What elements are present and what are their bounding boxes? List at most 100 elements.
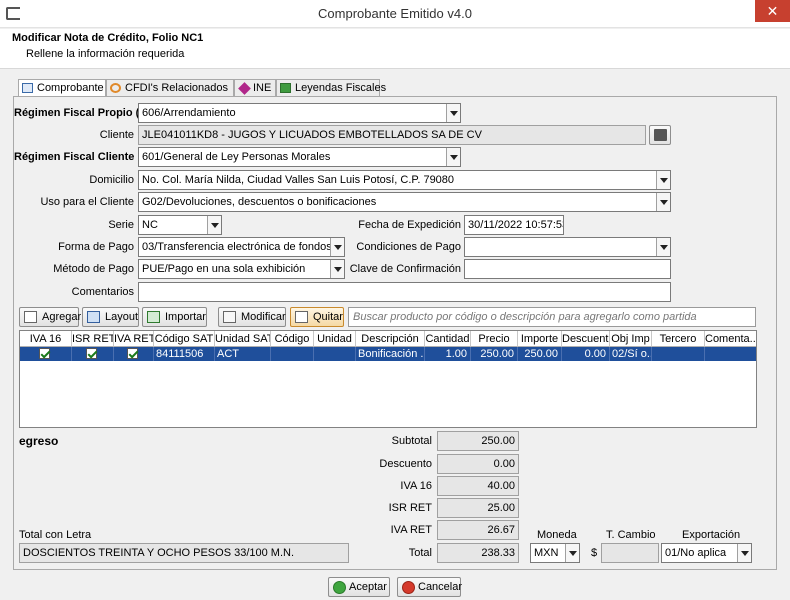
title-bar: Comprobante Emitido v4.0 ✕ xyxy=(0,0,790,28)
edit-icon xyxy=(223,311,236,323)
document-icon xyxy=(22,83,33,93)
column-header[interactable]: IVA RET xyxy=(114,331,154,347)
product-search-input[interactable]: Buscar producto por código o descripción… xyxy=(348,307,756,327)
tab-ine[interactable]: INE xyxy=(234,79,276,97)
agregar-button[interactable]: Agregar xyxy=(19,307,81,327)
column-header[interactable]: Descuento xyxy=(562,331,610,347)
chevron-down-icon xyxy=(565,544,579,562)
clave-field[interactable] xyxy=(464,259,671,279)
checkbox-checked-icon[interactable] xyxy=(39,348,50,359)
precio-cell[interactable]: 250.00 xyxy=(471,347,518,361)
window-title: Comprobante Emitido v4.0 xyxy=(318,6,472,21)
regimen-propio-label: Régimen Fiscal Propio (*) xyxy=(14,107,148,119)
column-header[interactable]: Descripción xyxy=(356,331,425,347)
condiciones-label: Condiciones de Pago xyxy=(356,241,461,253)
binoculars-icon xyxy=(654,129,667,141)
obj-imp-cell[interactable]: 02/Sí o... xyxy=(610,347,652,361)
subtotal-label: Subtotal xyxy=(391,435,432,447)
iva-ret-field: 26.67 xyxy=(437,520,519,540)
regimen-cliente-label: Régimen Fiscal Cliente (*) xyxy=(14,151,150,163)
isr-ret-cell[interactable] xyxy=(72,347,114,361)
descripcion-cell[interactable]: Bonificación ... xyxy=(356,347,425,361)
total-field: 238.33 xyxy=(437,543,519,563)
column-header[interactable]: Comenta... xyxy=(705,331,756,347)
checkbox-checked-icon[interactable] xyxy=(86,348,97,359)
cliente-search-button[interactable] xyxy=(649,125,671,145)
codigo-cell[interactable] xyxy=(271,347,314,361)
column-header[interactable]: Unidad xyxy=(314,331,356,347)
codigo-sat-cell[interactable]: 84111506 xyxy=(154,347,215,361)
column-header[interactable]: IVA 16 xyxy=(20,331,72,347)
uso-select[interactable]: G02/Devoluciones, descuentos o bonificac… xyxy=(138,192,671,212)
domicilio-label: Domicilio xyxy=(89,174,134,186)
dialog-header: Modificar Nota de Crédito, Folio NC1 Rel… xyxy=(0,29,790,69)
tab-label: CFDI's Relacionados xyxy=(125,82,228,94)
comprobante-type-label: egreso xyxy=(19,434,59,448)
descuento-field: 0.00 xyxy=(437,454,519,474)
importar-button[interactable]: Importar xyxy=(142,307,207,327)
column-header[interactable]: Unidad SAT xyxy=(215,331,271,347)
subtotal-field: 250.00 xyxy=(437,431,519,451)
regimen-cliente-select[interactable]: 601/General de Ley Personas Morales xyxy=(138,147,461,167)
column-header[interactable]: Importe xyxy=(518,331,562,347)
unidad-sat-cell[interactable]: ACT xyxy=(215,347,271,361)
serie-label: Serie xyxy=(108,219,134,231)
metodo-pago-select[interactable]: PUE/Pago en una sola exhibición xyxy=(138,259,345,279)
fecha-field[interactable]: 30/11/2022 10:57:53 xyxy=(464,215,564,235)
exportacion-label: Exportación xyxy=(682,529,741,541)
descuento-cell[interactable]: 0.00 xyxy=(562,347,610,361)
iva-ret-label: IVA RET xyxy=(390,524,432,536)
exportacion-select[interactable]: 01/No aplica xyxy=(661,543,752,563)
aceptar-button[interactable]: Aceptar xyxy=(328,577,390,597)
column-header[interactable]: Código xyxy=(271,331,314,347)
comentario-cell[interactable] xyxy=(705,347,756,361)
iva16-field: 40.00 xyxy=(437,476,519,496)
column-header[interactable]: ISR RET xyxy=(72,331,114,347)
metodo-pago-label: Método de Pago xyxy=(53,263,134,275)
column-header[interactable]: Tercero xyxy=(652,331,705,347)
chevron-down-icon xyxy=(207,216,221,234)
regimen-propio-select[interactable]: 606/Arrendamiento xyxy=(138,103,461,123)
chevron-down-icon xyxy=(446,148,460,166)
unidad-cell[interactable] xyxy=(314,347,356,361)
iva16-label: IVA 16 xyxy=(400,480,432,492)
total-letra-field: DOSCIENTOS TREINTA Y OCHO PESOS 33/100 M… xyxy=(19,543,349,563)
column-header[interactable]: Precio xyxy=(471,331,518,347)
header-subtitle: Rellene la información requerida xyxy=(26,48,185,60)
total-label: Total xyxy=(408,547,432,559)
clave-label: Clave de Confirmación xyxy=(349,263,461,275)
cancelar-button[interactable]: Cancelar xyxy=(397,577,462,597)
currency-symbol: $ xyxy=(591,547,598,559)
forma-pago-label: Forma de Pago xyxy=(58,241,134,253)
tipo-cambio-field[interactable] xyxy=(601,543,659,563)
moneda-select[interactable]: MXN xyxy=(530,543,580,563)
column-header[interactable]: Obj Imp xyxy=(610,331,652,347)
link-icon xyxy=(110,83,121,93)
close-button[interactable]: ✕ xyxy=(755,0,790,22)
quitar-button[interactable]: Quitar xyxy=(290,307,344,327)
comentarios-field[interactable] xyxy=(138,282,671,302)
tab-cfdi-relacionados[interactable]: CFDI's Relacionados xyxy=(106,79,234,97)
domicilio-select[interactable]: No. Col. María Nilda, Ciudad Valles San … xyxy=(138,170,671,190)
iva16-cell[interactable] xyxy=(20,347,72,361)
add-document-icon xyxy=(24,311,37,323)
serie-select[interactable]: NC xyxy=(138,215,222,235)
cliente-label: Cliente xyxy=(99,129,134,141)
isr-ret-field: 25.00 xyxy=(437,498,519,518)
cantidad-cell[interactable]: 1.00 xyxy=(425,347,471,361)
condiciones-select[interactable] xyxy=(464,237,671,257)
checkbox-checked-icon[interactable] xyxy=(127,348,138,359)
modificar-button[interactable]: Modificar xyxy=(218,307,286,327)
iva-ret-cell[interactable] xyxy=(114,347,154,361)
column-header[interactable]: Cantidad xyxy=(425,331,471,347)
tab-leyendas-fiscales[interactable]: Leyendas Fiscales xyxy=(276,79,386,97)
tercero-cell[interactable] xyxy=(652,347,705,361)
layout-icon xyxy=(87,311,100,323)
layout-button[interactable]: Layout xyxy=(82,307,139,327)
chevron-down-icon xyxy=(656,238,670,256)
cliente-field[interactable]: JLE041011KD8 - JUGOS Y LICUADOS EMBOTELL… xyxy=(138,125,646,145)
importe-cell[interactable]: 250.00 xyxy=(518,347,562,361)
forma-pago-select[interactable]: 03/Transferencia electrónica de fondos xyxy=(138,237,345,257)
chevron-down-icon xyxy=(737,544,751,562)
column-header[interactable]: Código SAT xyxy=(154,331,215,347)
